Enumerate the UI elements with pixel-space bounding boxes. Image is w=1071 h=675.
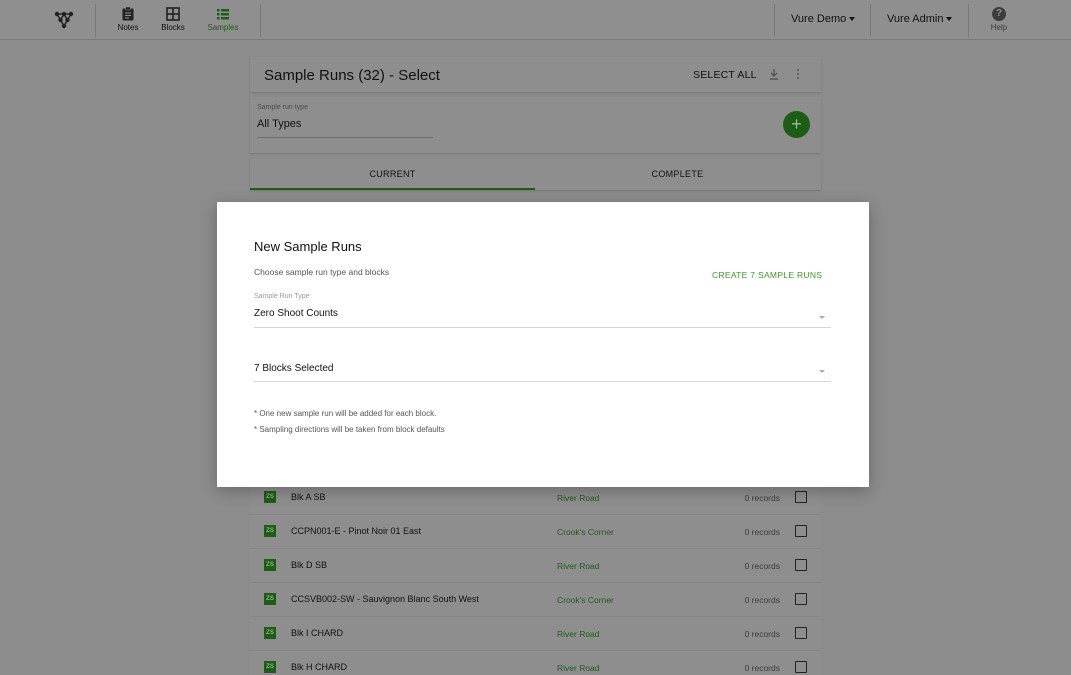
row-name: CCSVB002-SW - Sauvignon Blanc South West [291,594,479,604]
caret-down-icon [946,17,953,22]
nav-notes[interactable]: Notes [106,7,150,32]
help-button[interactable]: ? Help [986,7,1012,32]
new-sample-runs-dialog: New Sample Runs Choose sample run type a… [217,202,869,487]
filter-card: Sample run type All Types + [250,97,821,153]
help-label: Help [990,23,1008,32]
row-checkbox[interactable] [795,491,807,503]
row-name: Blk H CHARD [291,662,348,672]
active-tab-indicator [250,188,535,190]
page-title: Sample Runs (32) - Select [264,67,440,84]
row-name: Blk I CHARD [291,628,344,638]
plus-icon: + [791,114,802,134]
caret-down-icon [849,17,856,22]
field-underline [254,327,831,328]
row-records: 0 records [744,663,780,673]
user-menu-label: Vure Admin [887,13,944,25]
row-checkbox[interactable] [795,593,807,605]
create-sample-runs-button[interactable]: CREATE 7 SAMPLE RUNS [712,270,822,280]
vure-logo-icon[interactable] [54,10,74,30]
divider [968,4,969,37]
nav-blocks[interactable]: Blocks [151,7,195,32]
grid-icon [166,7,180,21]
chevron-down-icon[interactable] [819,316,825,319]
filter-label: Sample run type [257,104,308,111]
row-location[interactable]: Crook's Corner [557,595,614,605]
divider [870,4,871,37]
divider [95,4,96,37]
zs-badge-icon: ZS [264,593,276,605]
list-item[interactable]: ZS Blk H CHARD River Road 0 records [250,651,821,675]
zs-badge-icon: ZS [264,525,276,537]
chevron-down-icon[interactable] [819,370,825,373]
sample-run-type-label: Sample Run Type [254,293,310,300]
field-underline [254,381,831,382]
row-checkbox[interactable] [795,559,807,571]
list-item[interactable]: ZS CCSVB002-SW - Sauvignon Blanc South W… [250,583,821,617]
clipboard-icon [122,7,134,21]
list-item[interactable]: ZS Blk I CHARD River Road 0 records [250,617,821,651]
row-records: 0 records [744,595,780,605]
dialog-title: New Sample Runs [254,239,362,254]
row-location[interactable]: River Road [557,663,600,673]
row-records: 0 records [744,527,780,537]
field-underline [257,137,433,138]
zs-badge-icon: ZS [264,627,276,639]
nav-notes-label: Notes [117,23,139,32]
help-icon: ? [992,7,1006,21]
page-header: Sample Runs (32) - Select SELECT ALL [250,57,821,92]
top-app-bar: Notes Blocks Samples Vure Demo Vure Admi… [0,0,1071,40]
tab-complete[interactable]: COMPLETE [535,169,820,179]
row-name: Blk D SB [291,560,328,570]
row-records: 0 records [744,629,780,639]
dialog-note: * One new sample run will be added for e… [254,409,437,418]
list-icon [217,9,229,20]
sample-run-type-select[interactable]: Zero Shoot Counts [254,308,338,319]
org-menu-label: Vure Demo [791,13,847,25]
row-records: 0 records [744,561,780,571]
tab-current[interactable]: CURRENT [250,169,535,179]
blocks-select[interactable]: 7 Blocks Selected [254,363,334,374]
row-checkbox[interactable] [795,525,807,537]
list-item[interactable]: ZS CCPN001-E - Pinot Noir 01 East Crook'… [250,515,821,549]
user-menu[interactable]: Vure Admin [887,13,953,25]
row-records: 0 records [744,493,780,503]
row-checkbox[interactable] [795,627,807,639]
nav-blocks-label: Blocks [161,23,185,32]
row-location[interactable]: Crook's Corner [557,527,614,537]
row-checkbox[interactable] [795,661,807,673]
download-icon[interactable] [769,68,779,80]
dialog-note: * Sampling directions will be taken from… [254,425,445,434]
divider [260,4,261,37]
nav-samples-label: Samples [207,23,239,32]
divider [774,4,775,37]
sample-run-type-select[interactable]: All Types [257,118,301,130]
row-name: CCPN001-E - Pinot Noir 01 East [291,526,422,536]
more-vert-icon[interactable] [796,68,800,80]
row-location[interactable]: River Road [557,629,600,639]
row-location[interactable]: River Road [557,493,600,503]
select-all-button[interactable]: SELECT ALL [693,69,757,81]
list-item[interactable]: ZS Blk D SB River Road 0 records [250,549,821,583]
row-location[interactable]: River Road [557,561,600,571]
dialog-subtitle: Choose sample run type and blocks [254,267,390,277]
tab-bar: CURRENT COMPLETE [250,158,821,190]
org-menu[interactable]: Vure Demo [791,13,856,25]
zs-badge-icon: ZS [264,491,276,503]
zs-badge-icon: ZS [264,559,276,571]
row-name: Blk A SB [291,492,326,502]
add-sample-run-button[interactable]: + [783,111,810,138]
nav-samples[interactable]: Samples [201,7,245,32]
zs-badge-icon: ZS [264,661,276,673]
